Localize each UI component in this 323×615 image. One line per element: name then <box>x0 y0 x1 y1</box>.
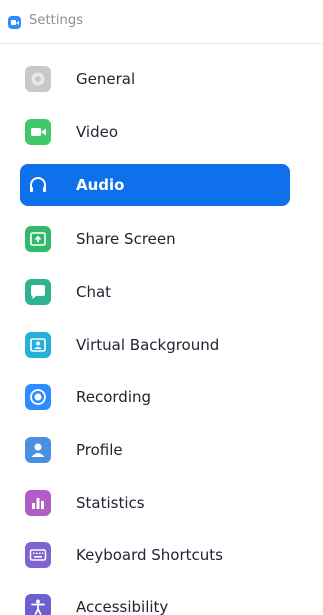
sidebar-item-label: General <box>76 70 136 88</box>
sidebar-item-profile[interactable]: Profile <box>20 429 290 471</box>
sidebar-item-label: Video <box>76 123 119 141</box>
share-screen-icon <box>24 225 52 253</box>
sidebar-item-accessibility[interactable]: Accessibility <box>20 586 290 615</box>
profile-icon <box>24 436 52 464</box>
bar-chart-icon <box>24 489 52 517</box>
sidebar-item-label: Statistics <box>76 494 145 512</box>
window-title: Settings <box>29 13 84 28</box>
accessibility-icon <box>24 593 52 615</box>
keyboard-icon <box>24 541 52 569</box>
sidebar-item-chat[interactable]: Chat <box>20 271 290 313</box>
chat-bubble-icon <box>24 278 52 306</box>
sidebar-item-label: Keyboard Shortcuts <box>76 546 223 564</box>
virtual-background-icon <box>24 331 52 359</box>
headphones-icon <box>24 171 52 199</box>
sidebar-item-recording[interactable]: Recording <box>20 376 290 418</box>
zoom-camera-logo-icon <box>8 16 21 29</box>
sidebar-item-keyboard-shortcuts[interactable]: Keyboard Shortcuts <box>20 534 290 576</box>
sidebar-item-label: Audio <box>76 176 125 194</box>
sidebar-item-video[interactable]: Video <box>20 111 290 153</box>
sidebar-item-label: Virtual Background <box>76 336 220 354</box>
gear-icon <box>24 65 52 93</box>
sidebar-item-audio[interactable]: Audio <box>20 164 290 206</box>
sidebar-item-statistics[interactable]: Statistics <box>20 482 290 524</box>
record-icon <box>24 383 52 411</box>
sidebar-item-general[interactable]: General <box>20 58 290 100</box>
video-camera-icon <box>24 118 52 146</box>
sidebar-item-label: Share Screen <box>76 230 176 248</box>
title-bar: Settings <box>0 0 323 44</box>
sidebar-item-share-screen[interactable]: Share Screen <box>20 218 290 260</box>
sidebar-item-label: Accessibility <box>76 598 169 615</box>
sidebar-item-label: Recording <box>76 388 152 406</box>
sidebar-item-virtual-background[interactable]: Virtual Background <box>20 324 290 366</box>
sidebar-item-label: Profile <box>76 441 123 459</box>
sidebar-item-label: Chat <box>76 283 112 301</box>
settings-window: Settings General Video Audio Share Scree… <box>0 0 323 615</box>
